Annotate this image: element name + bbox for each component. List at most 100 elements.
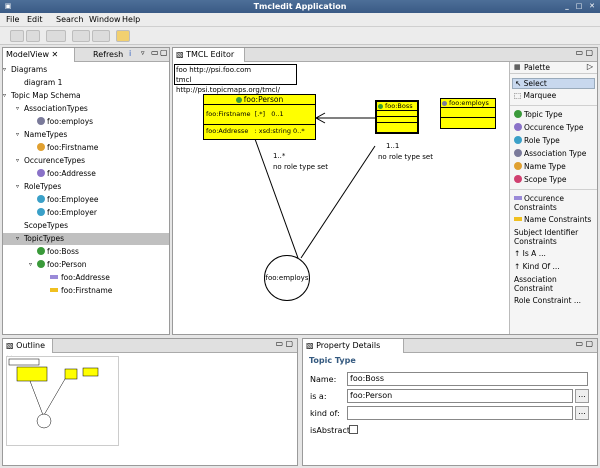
forward-icon[interactable] [92, 30, 110, 42]
tree-node[interactable]: foo:Firstname [50, 285, 112, 297]
model-tree: ▿ Diagrams diagram 1 ▿ Topic Map Schema ▿ Asso… [3, 62, 169, 334]
minimize-icon[interactable]: _ [562, 2, 572, 11]
palette-item-type[interactable]: Scope Type [514, 175, 566, 184]
diagram-canvas[interactable]: foo http://psi.foo.com tmcl http://psi.t… [173, 62, 597, 334]
print-icon[interactable] [26, 30, 40, 42]
expand-toggle-icon[interactable]: ▿ [3, 64, 6, 76]
occurence-constraint-row[interactable]: foo:Addresse : xsd:string 0..* [204, 125, 315, 139]
cardinality-left: 1..* [273, 152, 286, 160]
palette-item-label: Role Constraint ... [514, 296, 581, 305]
isabstract-checkbox[interactable] [349, 425, 358, 434]
palette-tool[interactable]: ⬚ Marquee [514, 91, 556, 100]
tab-outline[interactable]: ▧ Outline ✕ [3, 339, 53, 363]
tree-node[interactable]: ScopeTypes [24, 220, 68, 232]
info-icon[interactable]: i [129, 49, 131, 58]
menu-edit[interactable]: Edit [27, 15, 43, 24]
maximize-icon[interactable]: □ [574, 2, 584, 11]
view-menu-icon[interactable]: ▿ [141, 49, 145, 57]
window-menu-icon[interactable]: ▣ [3, 2, 13, 11]
palette-item-constraint[interactable]: Role Constraint ... [514, 296, 581, 305]
tree-node[interactable]: ▿ OccurenceTypes [16, 155, 85, 167]
tree-node-label: foo:Employee [47, 195, 99, 204]
tab-property-details[interactable]: ▧ Property Details View ✕ [303, 339, 404, 363]
minimize-outline-icon[interactable]: ▭ [275, 339, 283, 348]
editor-tabbar: ▧ TMCL Editor ✕ ▭ ▢ [173, 48, 597, 72]
maximize-outline-icon[interactable]: ▢ [285, 339, 293, 348]
name-field[interactable]: foo:Boss [347, 372, 588, 386]
palette-tool-label: Marquee [523, 91, 557, 100]
isa-label: is a: [310, 392, 327, 401]
palette-item-constraint[interactable]: Subject Identifier Constraints [514, 228, 578, 246]
palette-item-constraint[interactable]: Name Constraints [514, 215, 591, 224]
topic-employs[interactable]: foo:employs [440, 98, 496, 129]
tree-node[interactable]: ▿ AssociationTypes [16, 103, 88, 115]
refresh-icon[interactable] [116, 30, 130, 42]
topic-boss[interactable]: foo:Boss [375, 100, 419, 134]
minimize-editor-icon[interactable]: ▭ [575, 48, 583, 57]
palette-item-constraint[interactable]: Occurence Constraints [514, 194, 564, 212]
close-icon[interactable]: ✕ [587, 2, 597, 11]
palette-item-label: Is A ... [522, 249, 546, 258]
tree-node[interactable]: foo:employs [37, 116, 93, 128]
tree-node[interactable]: ▿ NameTypes [16, 129, 68, 141]
palette-tool[interactable]: ↖ Select [512, 78, 595, 89]
maximize-editor-icon[interactable]: ▢ [585, 48, 593, 57]
tree-node[interactable]: foo:Addresse [50, 272, 110, 284]
role-type-icon [37, 208, 45, 216]
modelview-tabbar: ModelView ✕ Refresh i ▿ ▭ ▢ [3, 48, 169, 62]
palette-collapse-icon[interactable]: ▷ [587, 62, 593, 71]
tree-node[interactable]: ▿ RoleTypes [16, 181, 61, 193]
palette-item-type[interactable]: Name Type [514, 162, 566, 171]
menu-help[interactable]: Help [122, 15, 140, 24]
minimize-view-icon[interactable]: ▭ [151, 48, 159, 57]
palette-item-constraint[interactable]: ↑ Is A ... [514, 249, 546, 258]
tree-node[interactable]: foo:Employer [37, 207, 97, 219]
palette-item-type[interactable]: Association Type [514, 149, 586, 158]
palette-item-type[interactable]: Topic Type [514, 110, 562, 119]
palette-item-type[interactable]: Role Type [514, 136, 560, 145]
run-icon[interactable] [46, 30, 66, 42]
expand-toggle-icon[interactable]: ▿ [16, 155, 19, 167]
tab-tmcl-editor[interactable]: ▧ TMCL Editor ✕ [173, 48, 245, 72]
expand-toggle-icon[interactable]: ▿ [3, 90, 6, 102]
tree-node-label: Topic Map Schema [11, 91, 81, 100]
expand-toggle-icon[interactable]: ▿ [16, 129, 19, 141]
expand-toggle-icon[interactable]: ▿ [16, 233, 19, 245]
palette-item-constraint[interactable]: Association Constraint [514, 275, 557, 293]
tree-node[interactable]: foo:Addresse [37, 168, 96, 180]
palette-header: ▦ Palette ▷ [510, 62, 597, 74]
association-employs[interactable]: foo:employs [264, 255, 310, 301]
tree-node[interactable]: ▿ TopicTypes [16, 233, 64, 245]
menu-window[interactable]: Window [89, 15, 121, 24]
maximize-view-icon[interactable]: ▢ [160, 48, 168, 57]
outline-thumbnail[interactable] [6, 356, 119, 446]
tree-node[interactable]: foo:Employee [37, 194, 99, 206]
tree-node[interactable]: ▿ foo:Person [29, 259, 87, 271]
isa-browse-button[interactable]: ... [575, 389, 589, 403]
isa-field[interactable]: foo:Person [347, 389, 573, 403]
tree-node[interactable]: diagram 1 [24, 77, 62, 89]
palette-item-constraint[interactable]: ↑ Kind Of ... [514, 262, 560, 271]
tree-node[interactable]: ▿ Topic Map Schema [3, 90, 81, 102]
expand-toggle-icon[interactable]: ▿ [16, 181, 19, 193]
name-constraint-row[interactable]: foo:Firstname [.*] 0..1 [204, 105, 315, 125]
palette-item-type[interactable]: Occurence Type [514, 123, 584, 132]
expand-toggle-icon[interactable]: ▿ [16, 103, 19, 115]
tree-node-label: NameTypes [24, 130, 68, 139]
expand-toggle-icon[interactable]: ▿ [29, 259, 32, 271]
outline-tabbar: ▧ Outline ✕ ▭ ▢ [3, 339, 297, 363]
tree-node[interactable]: foo:Firstname [37, 142, 98, 154]
back-icon[interactable] [72, 30, 90, 42]
tree-node[interactable]: ▿ Diagrams [3, 64, 47, 76]
topic-person[interactable]: foo:Person foo:Firstname [.*] 0..1 foo:A… [203, 94, 316, 140]
menu-file[interactable]: File [6, 15, 19, 24]
kindof-browse-button[interactable]: ... [575, 406, 589, 420]
tab-modelview[interactable]: ModelView ✕ [3, 48, 75, 62]
refresh-link[interactable]: Refresh [93, 50, 123, 59]
save-icon[interactable] [10, 30, 24, 42]
maximize-properties-icon[interactable]: ▢ [585, 339, 593, 348]
menu-search[interactable]: Search [56, 15, 83, 24]
kindof-field[interactable] [347, 406, 573, 420]
minimize-properties-icon[interactable]: ▭ [575, 339, 583, 348]
tree-node[interactable]: foo:Boss [37, 246, 79, 258]
